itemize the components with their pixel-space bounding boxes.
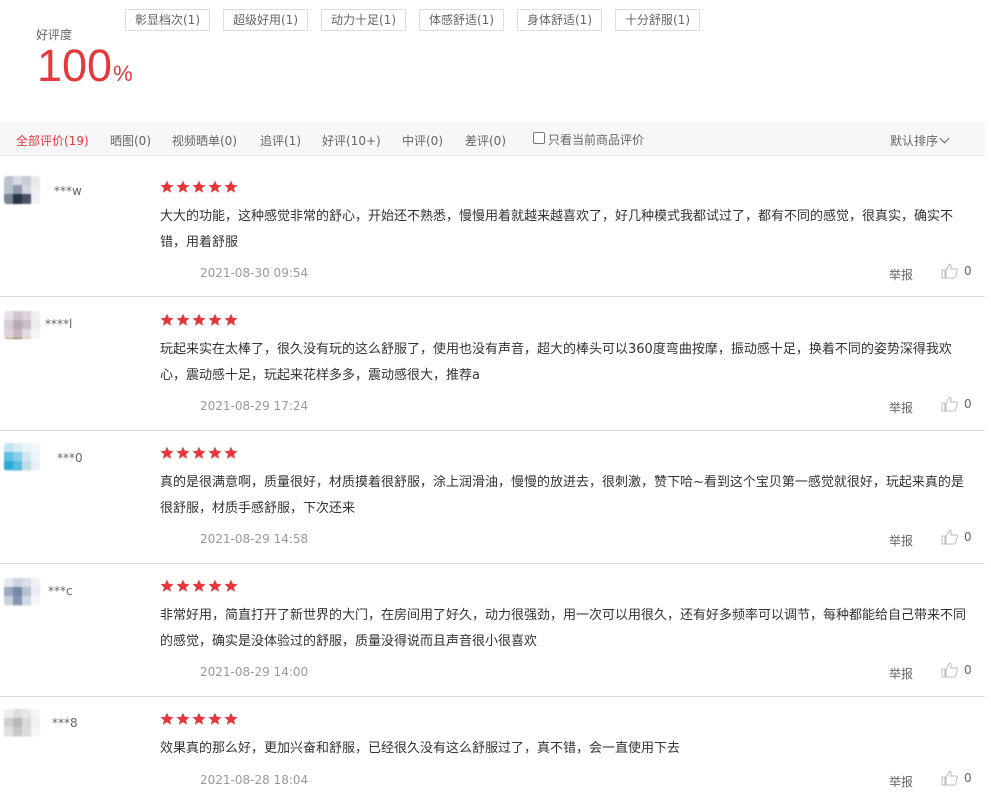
like-button[interactable]: 0 bbox=[941, 770, 972, 786]
like-count: 0 bbox=[964, 397, 972, 411]
star-icon bbox=[224, 446, 238, 460]
star-icon bbox=[160, 446, 174, 460]
report-button[interactable]: 举报 bbox=[889, 399, 913, 416]
review-item: ***w 大大的功能，这种感觉非常的舒心，开始还不熟悉，慢慢用着就越来越喜欢了，… bbox=[0, 156, 985, 297]
star-icon bbox=[224, 712, 238, 726]
star-icon bbox=[176, 313, 190, 327]
like-count: 0 bbox=[964, 530, 972, 544]
username: ***0 bbox=[57, 451, 83, 465]
review-content: 玩起来实在太棒了，很久没有玩的这么舒服了，使用也没有声音，超大的棒头可以360度… bbox=[160, 342, 952, 383]
sort-dropdown[interactable]: 默认排序 bbox=[890, 132, 950, 149]
review-content: 非常好用，简直打开了新世界的大门，在房间用了好久，动力很强劲，用一次可以用很久，… bbox=[160, 608, 967, 649]
like-count: 0 bbox=[964, 663, 972, 677]
tab-all-reviews[interactable]: 全部评价(19) bbox=[16, 132, 89, 149]
star-icon bbox=[192, 180, 206, 194]
star-icon bbox=[160, 313, 174, 327]
thumbs-up-icon bbox=[941, 263, 958, 279]
thumbs-up-icon bbox=[941, 662, 958, 678]
username: ***w bbox=[54, 184, 82, 198]
review-tag[interactable]: 体感舒适(1) bbox=[419, 9, 504, 31]
review-content: 效果真的那么好，更加兴奋和舒服，已经很久没有这么舒服过了，真不错，会一直使用下去 bbox=[160, 741, 681, 756]
review-tag[interactable]: 身体舒适(1) bbox=[517, 9, 602, 31]
like-button[interactable]: 0 bbox=[941, 396, 972, 412]
avatar bbox=[4, 443, 40, 471]
positive-rate-unit: % bbox=[113, 61, 133, 86]
tab-negative[interactable]: 差评(0) bbox=[465, 132, 506, 149]
like-count: 0 bbox=[964, 264, 972, 278]
review-tag[interactable]: 彰显档次(1) bbox=[125, 9, 210, 31]
report-button[interactable]: 举报 bbox=[889, 532, 913, 549]
star-icon bbox=[208, 180, 222, 194]
review-date: 2021-08-29 14:00 bbox=[200, 665, 309, 679]
review-tags: 彰显档次(1) 超级好用(1) 动力十足(1) 体感舒适(1) 身体舒适(1) … bbox=[125, 9, 700, 31]
current-product-checkbox[interactable] bbox=[533, 132, 545, 144]
star-icon bbox=[224, 313, 238, 327]
review-date: 2021-08-29 17:24 bbox=[200, 399, 309, 413]
tab-video[interactable]: 视频晒单(0) bbox=[172, 132, 237, 149]
sort-label: 默认排序 bbox=[890, 134, 939, 148]
avatar bbox=[4, 311, 40, 339]
star-rating bbox=[160, 579, 238, 593]
review-tag[interactable]: 超级好用(1) bbox=[223, 9, 308, 31]
current-product-checkbox-label[interactable]: 只看当前商品评价 bbox=[548, 131, 644, 148]
report-button[interactable]: 举报 bbox=[889, 266, 913, 283]
star-icon bbox=[160, 579, 174, 593]
chevron-down-icon bbox=[939, 133, 950, 144]
review-tag[interactable]: 动力十足(1) bbox=[321, 9, 406, 31]
username: ***8 bbox=[52, 716, 78, 730]
like-button[interactable]: 0 bbox=[941, 662, 972, 678]
tab-follow-up[interactable]: 追评(1) bbox=[260, 132, 301, 149]
star-icon bbox=[192, 313, 206, 327]
star-icon bbox=[208, 446, 222, 460]
report-button[interactable]: 举报 bbox=[889, 773, 913, 790]
thumbs-up-icon bbox=[941, 396, 958, 412]
positive-rate-number: 100 bbox=[37, 40, 113, 91]
username: ***c bbox=[48, 584, 73, 598]
review-content: 真的是很满意啊，质量很好，材质摸着很舒服，涂上润滑油，慢慢的放进去，很刺激，赞下… bbox=[160, 475, 964, 516]
avatar bbox=[4, 578, 40, 606]
review-content: 大大的功能，这种感觉非常的舒心，开始还不熟悉，慢慢用着就越来越喜欢了，好几种模式… bbox=[160, 209, 954, 250]
star-icon bbox=[224, 180, 238, 194]
star-icon bbox=[176, 446, 190, 460]
star-icon bbox=[208, 712, 222, 726]
avatar bbox=[4, 709, 40, 737]
thumbs-up-icon bbox=[941, 770, 958, 786]
review-tag[interactable]: 十分舒服(1) bbox=[615, 9, 700, 31]
review-date: 2021-08-30 09:54 bbox=[200, 266, 309, 280]
positive-rate-value: 100% bbox=[37, 40, 133, 100]
rating-summary: 好评度 100% 彰显档次(1) 超级好用(1) 动力十足(1) 体感舒适(1)… bbox=[0, 0, 991, 122]
star-rating bbox=[160, 446, 238, 460]
star-icon bbox=[192, 712, 206, 726]
report-button[interactable]: 举报 bbox=[889, 665, 913, 682]
review-item: ***8 效果真的那么好，更加兴奋和舒服，已经很久没有这么舒服过了，真不错，会一… bbox=[0, 697, 985, 804]
review-filter-bar: 全部评价(19) 晒图(0) 视频晒单(0) 追评(1) 好评(10+) 中评(… bbox=[0, 122, 985, 156]
tab-neutral[interactable]: 中评(0) bbox=[402, 132, 443, 149]
review-item: ****l 玩起来实在太棒了，很久没有玩的这么舒服了，使用也没有声音，超大的棒头… bbox=[0, 297, 985, 431]
review-item: ***c 非常好用，简直打开了新世界的大门，在房间用了好久，动力很强劲，用一次可… bbox=[0, 564, 985, 697]
star-icon bbox=[208, 313, 222, 327]
star-icon bbox=[176, 180, 190, 194]
review-date: 2021-08-29 14:58 bbox=[200, 532, 309, 546]
star-rating bbox=[160, 313, 238, 327]
star-icon bbox=[160, 180, 174, 194]
username: ****l bbox=[45, 317, 73, 331]
star-icon bbox=[160, 712, 174, 726]
star-icon bbox=[208, 579, 222, 593]
like-button[interactable]: 0 bbox=[941, 263, 972, 279]
star-icon bbox=[192, 446, 206, 460]
review-item: ***0 真的是很满意啊，质量很好，材质摸着很舒服，涂上润滑油，慢慢的放进去，很… bbox=[0, 431, 985, 564]
tab-positive[interactable]: 好评(10+) bbox=[322, 132, 381, 149]
star-icon bbox=[224, 579, 238, 593]
star-icon bbox=[192, 579, 206, 593]
star-rating bbox=[160, 180, 238, 194]
review-date: 2021-08-28 18:04 bbox=[200, 773, 309, 787]
tab-photos[interactable]: 晒图(0) bbox=[110, 132, 151, 149]
thumbs-up-icon bbox=[941, 529, 958, 545]
star-rating bbox=[160, 712, 238, 726]
avatar bbox=[4, 176, 40, 204]
star-icon bbox=[176, 712, 190, 726]
like-count: 0 bbox=[964, 771, 972, 785]
like-button[interactable]: 0 bbox=[941, 529, 972, 545]
star-icon bbox=[176, 579, 190, 593]
